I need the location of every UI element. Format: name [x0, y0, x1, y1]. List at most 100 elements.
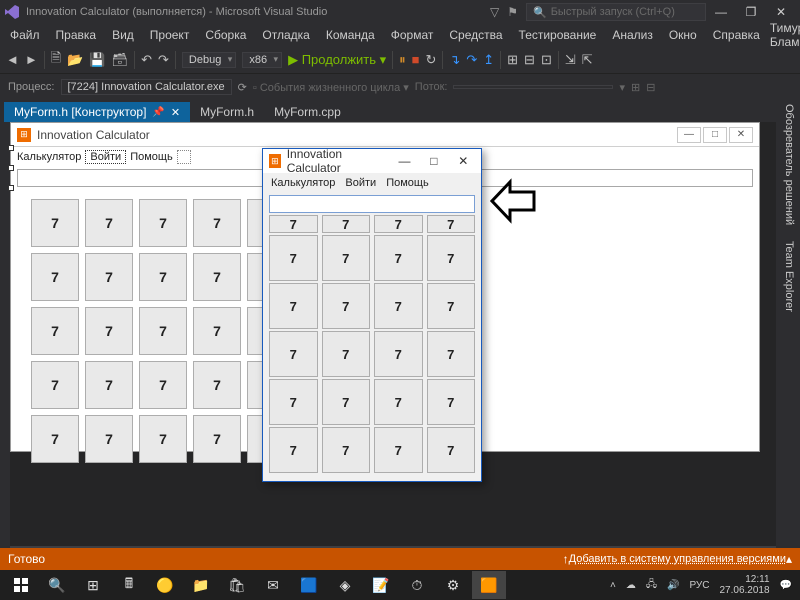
- restore-button[interactable]: ❐: [736, 5, 766, 19]
- thread-combo[interactable]: [453, 85, 613, 89]
- calc-button[interactable]: 7: [31, 307, 79, 355]
- toolbar-icon-a[interactable]: ⊞: [507, 52, 518, 68]
- calc-button[interactable]: 7: [193, 361, 241, 409]
- taskbar-clock-icon[interactable]: ⏱: [400, 571, 434, 599]
- signed-in-user[interactable]: Тимур Бламыков: [770, 21, 800, 49]
- nav-fwd-icon[interactable]: ►: [25, 52, 38, 67]
- taskbar-store-icon[interactable]: 🛍: [220, 571, 254, 599]
- calc-button[interactable]: 7: [139, 199, 187, 247]
- menu-view[interactable]: Вид: [106, 26, 140, 44]
- new-project-icon[interactable]: 🗎: [51, 49, 61, 71]
- menu-debug[interactable]: Отладка: [256, 26, 315, 44]
- stop-icon[interactable]: ■: [412, 52, 420, 67]
- step-over-icon[interactable]: ↷: [466, 52, 477, 68]
- calc-button[interactable]: 7: [139, 253, 187, 301]
- calc-button[interactable]: 7: [85, 361, 133, 409]
- tray-volume-icon[interactable]: 🔊: [667, 580, 679, 591]
- step-out-icon[interactable]: ↥: [483, 52, 494, 68]
- calc-button[interactable]: 7: [427, 215, 476, 233]
- solution-explorer-tab[interactable]: Обозреватель решений: [781, 100, 797, 229]
- taskbar-browser-icon[interactable]: 🟡: [148, 571, 182, 599]
- calc-button[interactable]: 7: [85, 415, 133, 463]
- calc-button[interactable]: 7: [269, 283, 318, 329]
- quick-launch-input[interactable]: 🔍 Быстрый запуск (Ctrl+Q): [526, 3, 706, 21]
- menu-analyze[interactable]: Анализ: [606, 26, 659, 44]
- calc-button[interactable]: 7: [193, 415, 241, 463]
- calc-button[interactable]: 7: [427, 379, 476, 425]
- menu-help[interactable]: Справка: [707, 26, 766, 44]
- calc-button[interactable]: 7: [193, 253, 241, 301]
- close-tab-icon[interactable]: ✕: [171, 106, 180, 119]
- menu-tools[interactable]: Средства: [443, 26, 508, 44]
- lifecycle-icon[interactable]: ⟳: [238, 81, 247, 94]
- taskbar-calculator-icon[interactable]: 🖩: [112, 571, 146, 599]
- toolbar-icon-e[interactable]: ⇱: [582, 52, 593, 68]
- design-menu-add-placeholder[interactable]: [177, 150, 191, 164]
- calc-button[interactable]: 7: [374, 331, 423, 377]
- calc-button[interactable]: 7: [322, 235, 371, 281]
- calc-button[interactable]: 7: [322, 215, 371, 233]
- run-menu-login[interactable]: Войти: [345, 177, 376, 189]
- tray-notifications-icon[interactable]: 💬: [780, 580, 792, 591]
- taskbar-vs-icon[interactable]: ◈: [328, 571, 362, 599]
- calc-button[interactable]: 7: [322, 427, 371, 473]
- config-combo[interactable]: Debug: [182, 52, 236, 68]
- toolbar-icon-c[interactable]: ⊡: [541, 52, 552, 68]
- design-menu-calc[interactable]: Калькулятор: [17, 151, 81, 163]
- menu-window[interactable]: Окно: [663, 26, 703, 44]
- calc-button[interactable]: 7: [374, 379, 423, 425]
- thread-icon-a[interactable]: ▾: [619, 81, 625, 94]
- calc-button[interactable]: 7: [374, 283, 423, 329]
- calc-button[interactable]: 7: [427, 427, 476, 473]
- tab-myform-cpp[interactable]: MyForm.cpp: [264, 102, 351, 122]
- calc-button[interactable]: 7: [269, 235, 318, 281]
- calc-button[interactable]: 7: [269, 379, 318, 425]
- save-icon[interactable]: 💾: [89, 52, 105, 68]
- menu-edit[interactable]: Правка: [50, 26, 103, 44]
- taskbar-app-icon[interactable]: 🟦: [292, 571, 326, 599]
- run-textbox[interactable]: [269, 195, 475, 213]
- run-min-button[interactable]: —: [393, 154, 416, 168]
- calc-button[interactable]: 7: [31, 253, 79, 301]
- calc-button[interactable]: 7: [374, 215, 423, 233]
- calc-button[interactable]: 7: [427, 235, 476, 281]
- run-menu-calc[interactable]: Калькулятор: [271, 177, 335, 189]
- continue-button[interactable]: ▶ Продолжить ▾: [288, 52, 386, 68]
- calc-button[interactable]: 7: [85, 307, 133, 355]
- calc-button[interactable]: 7: [269, 427, 318, 473]
- calc-button[interactable]: 7: [374, 235, 423, 281]
- calc-button[interactable]: 7: [31, 415, 79, 463]
- pause-icon[interactable]: ⏸: [399, 52, 406, 68]
- calc-button[interactable]: 7: [427, 283, 476, 329]
- calc-button[interactable]: 7: [374, 427, 423, 473]
- design-menu-help[interactable]: Помощь: [130, 151, 173, 163]
- running-app-window[interactable]: ⊞ Innovation Calculator — □ ✕ Калькулято…: [262, 148, 482, 482]
- taskbar-running-app-icon[interactable]: 🟧: [472, 571, 506, 599]
- process-combo[interactable]: [7224] Innovation Calculator.exe: [61, 79, 232, 95]
- run-close-button[interactable]: ✕: [452, 154, 475, 168]
- calc-button[interactable]: 7: [85, 199, 133, 247]
- vcs-add-link[interactable]: Добавить в систему управления версиями: [569, 553, 786, 565]
- calc-button[interactable]: 7: [139, 307, 187, 355]
- start-button[interactable]: [4, 571, 38, 599]
- run-max-button[interactable]: □: [422, 154, 445, 168]
- notifications-icon[interactable]: ▽: [490, 5, 499, 19]
- tray-chevron-icon[interactable]: ˄: [610, 580, 616, 591]
- tray-cloud-icon[interactable]: ☁: [626, 580, 636, 591]
- restart-icon[interactable]: ↻: [426, 52, 437, 68]
- toolbar-icon-d[interactable]: ⇲: [565, 52, 576, 68]
- minimize-button[interactable]: —: [706, 5, 736, 19]
- tray-network-icon[interactable]: 🖧: [646, 577, 657, 594]
- vcs-dropdown-icon[interactable]: ▴: [786, 552, 792, 566]
- tab-myform-h[interactable]: MyForm.h: [190, 102, 264, 122]
- pin-icon[interactable]: 📌: [152, 107, 164, 118]
- calc-button[interactable]: 7: [193, 307, 241, 355]
- menu-team[interactable]: Команда: [320, 26, 381, 44]
- close-button[interactable]: ✕: [766, 5, 796, 19]
- calc-button[interactable]: 7: [193, 199, 241, 247]
- tray-language[interactable]: РУС: [689, 580, 709, 591]
- calc-button[interactable]: 7: [322, 331, 371, 377]
- calc-button[interactable]: 7: [322, 379, 371, 425]
- toolbar-icon-b[interactable]: ⊟: [524, 52, 535, 68]
- taskbar-explorer-icon[interactable]: 📁: [184, 571, 218, 599]
